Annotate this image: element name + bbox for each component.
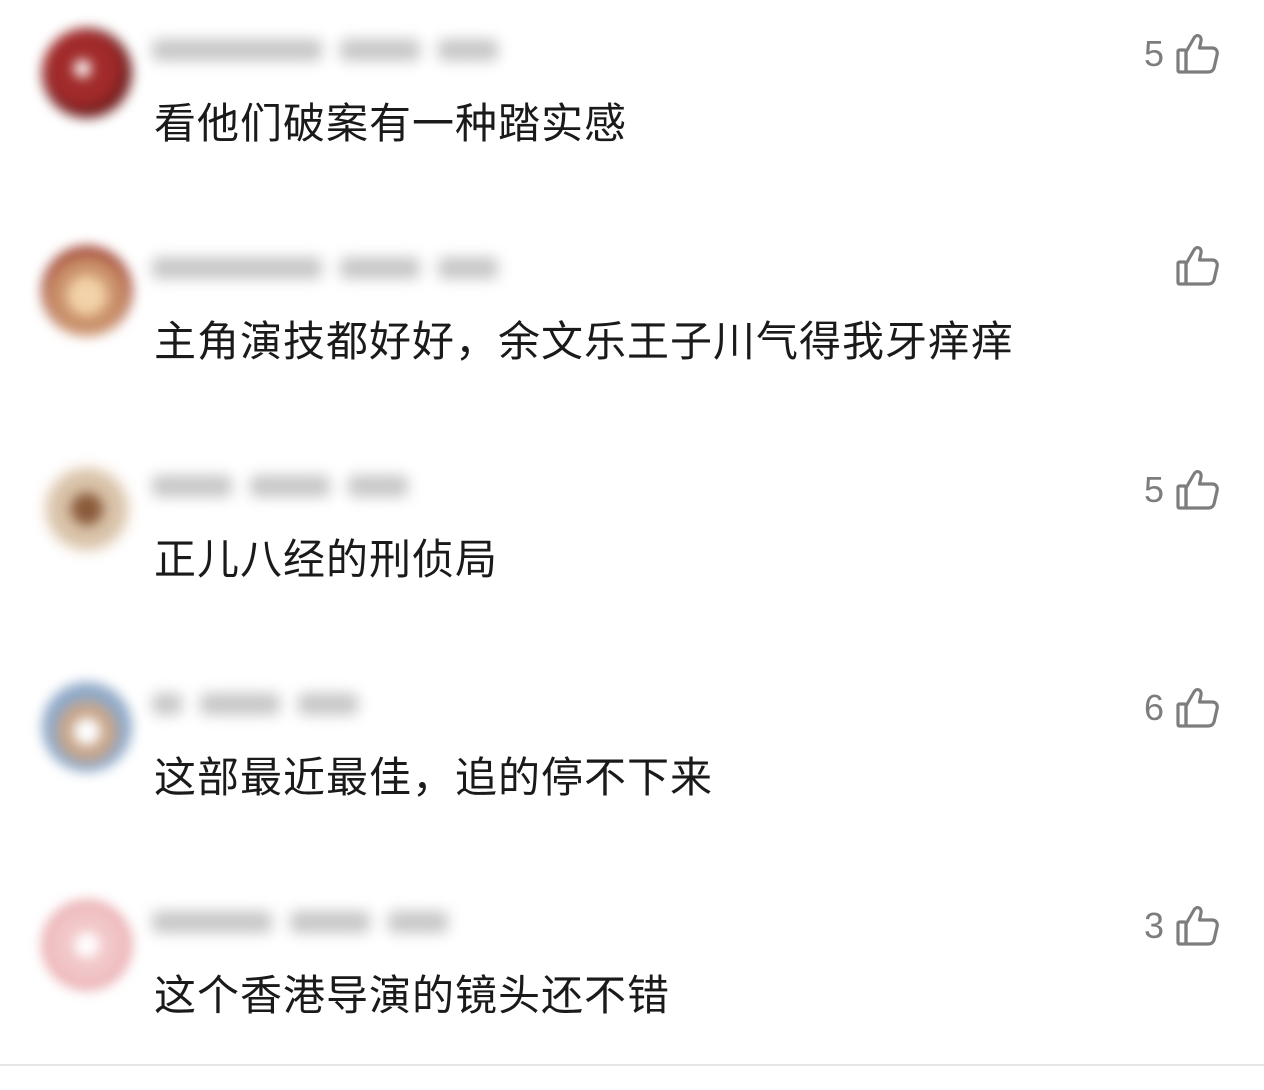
thumbs-up-icon: [1176, 246, 1219, 286]
comment-item: 这部最近最佳，追的停不下来 6: [0, 654, 1264, 872]
avatar[interactable]: [42, 246, 132, 336]
like-button[interactable]: 5: [1144, 460, 1222, 520]
comment-item: 这个香港导演的镜头还不错 3: [0, 872, 1264, 1090]
comment-item: 正儿八经的刑侦局 5: [0, 436, 1264, 654]
like-count: 3: [1143, 905, 1164, 946]
comment-text: 这部最近最佳，追的停不下来: [154, 753, 714, 802]
thumbs-up-icon: [1176, 34, 1219, 74]
thumbs-up-icon: [1176, 688, 1219, 728]
avatar[interactable]: [42, 28, 132, 118]
comment-meta-redacted: [152, 466, 408, 506]
like-count: 6: [1143, 687, 1164, 728]
comment-meta-redacted: [152, 902, 448, 942]
like-button[interactable]: 3: [1144, 896, 1222, 956]
like-button[interactable]: 5: [1144, 24, 1222, 84]
avatar[interactable]: [42, 464, 132, 554]
thumbs-up-icon: [1176, 906, 1219, 946]
comment-meta-redacted: [152, 248, 498, 288]
comment-item: 看他们破案有一种踏实感 5: [0, 0, 1264, 218]
like-count: 5: [1143, 469, 1164, 510]
comment-text: 主角演技都好好，余文乐王子川气得我牙痒痒: [154, 317, 1015, 366]
comment-meta-redacted: [152, 684, 358, 724]
like-count: 5: [1143, 33, 1164, 74]
comment-text: 正儿八经的刑侦局: [154, 535, 499, 584]
divider: [0, 1064, 1264, 1066]
thumbs-up-icon: [1176, 470, 1219, 510]
comment-meta-redacted: [152, 30, 498, 70]
comment-item: 主角演技都好好，余文乐王子川气得我牙痒痒: [0, 218, 1264, 436]
avatar[interactable]: [42, 682, 132, 772]
comment-text: 看他们破案有一种踏实感: [154, 99, 628, 148]
avatar[interactable]: [42, 900, 132, 990]
like-button[interactable]: 6: [1144, 678, 1222, 738]
comment-text: 这个香港导演的镜头还不错: [154, 971, 671, 1020]
like-button[interactable]: [1164, 242, 1222, 290]
